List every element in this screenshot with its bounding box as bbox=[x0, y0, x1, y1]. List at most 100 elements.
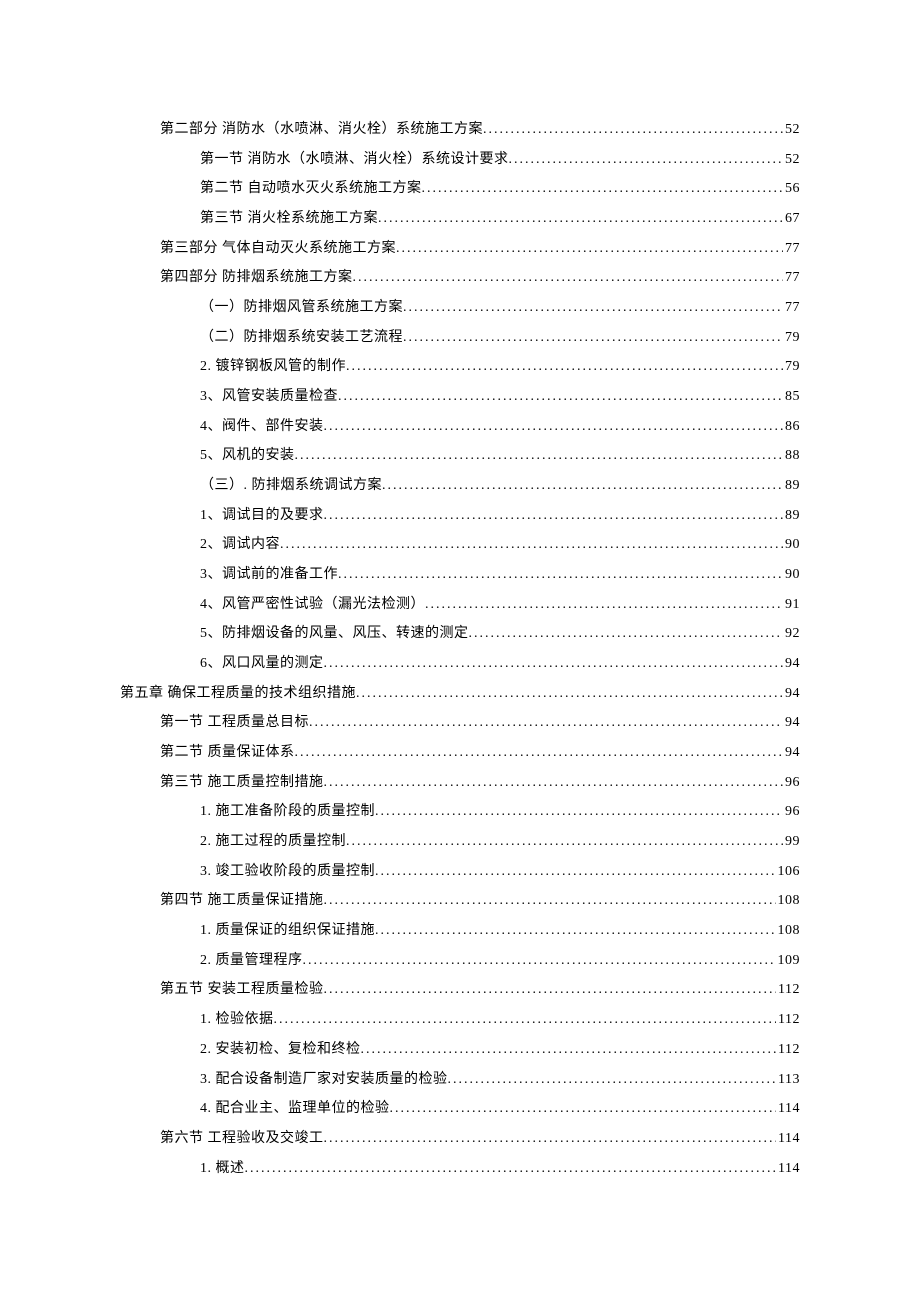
toc-leader-dots bbox=[403, 293, 783, 323]
toc-entry[interactable]: 6、风口风量的测定 94 bbox=[120, 649, 800, 679]
toc-entry[interactable]: 2. 安装初检、复检和终检 112 bbox=[120, 1035, 800, 1065]
toc-entry[interactable]: 3、调试前的准备工作 90 bbox=[120, 560, 800, 590]
toc-entry[interactable]: 3. 竣工验收阶段的质量控制 106 bbox=[120, 857, 800, 887]
toc-entry-title: 4. 配合业主、监理单位的检验 bbox=[200, 1094, 390, 1124]
toc-entry[interactable]: （三）. 防排烟系统调试方案 89 bbox=[120, 471, 800, 501]
toc-entry[interactable]: 5、风机的安装 88 bbox=[120, 441, 800, 471]
toc-entry-title: 第五节 安装工程质量检验 bbox=[160, 975, 324, 1005]
toc-leader-dots bbox=[295, 738, 784, 768]
toc-entry-page: 56 bbox=[783, 174, 800, 204]
toc-leader-dots bbox=[309, 708, 783, 738]
toc-entry[interactable]: 5、防排烟设备的风量、风压、转速的测定92 bbox=[120, 619, 800, 649]
toc-entry-page: 94 bbox=[783, 708, 800, 738]
toc-entry-title: 第三节 消火栓系统施工方案 bbox=[200, 204, 378, 234]
toc-entry-page: 52 bbox=[783, 115, 800, 145]
toc-entry-page: 108 bbox=[776, 916, 801, 946]
toc-entry-title: 第三节 施工质量控制措施 bbox=[160, 768, 324, 798]
toc-entry-page: 77 bbox=[783, 293, 800, 323]
toc-leader-dots bbox=[375, 857, 776, 887]
toc-leader-dots bbox=[324, 501, 784, 531]
toc-leader-dots bbox=[422, 174, 784, 204]
toc-entry[interactable]: 1、调试目的及要求 89 bbox=[120, 501, 800, 531]
toc-entry[interactable]: 2、调试内容 90 bbox=[120, 530, 800, 560]
toc-entry-title: 第一节 消防水（水喷淋、消火栓）系统设计要求 bbox=[200, 145, 509, 175]
toc-entry[interactable]: 1. 质量保证的组织保证措施 108 bbox=[120, 916, 800, 946]
toc-entry-page: 89 bbox=[783, 471, 800, 501]
toc-entry[interactable]: 第五章 确保工程质量的技术组织措施 94 bbox=[120, 679, 800, 709]
toc-leader-dots bbox=[483, 115, 783, 145]
toc-entry[interactable]: 第四节 施工质量保证措施 108 bbox=[120, 886, 800, 916]
toc-entry[interactable]: 第一节 消防水（水喷淋、消火栓）系统设计要求 52 bbox=[120, 145, 800, 175]
toc-entry[interactable]: 1. 概述 114 bbox=[120, 1154, 800, 1184]
table-of-contents: 第二部分 消防水（水喷淋、消火栓）系统施工方案52第一节 消防水（水喷淋、消火栓… bbox=[120, 115, 800, 1183]
toc-entry[interactable]: 第二节 自动喷水灭火系统施工方案 56 bbox=[120, 174, 800, 204]
toc-entry-title: 第二节 质量保证体系 bbox=[160, 738, 295, 768]
toc-entry-page: 96 bbox=[783, 768, 800, 798]
toc-entry[interactable]: 第三节 消火栓系统施工方案 67 bbox=[120, 204, 800, 234]
toc-entry-title: （一）防排烟风管系统施工方案 bbox=[200, 293, 403, 323]
toc-entry-page: 108 bbox=[776, 886, 801, 916]
toc-leader-dots bbox=[361, 1035, 777, 1065]
toc-leader-dots bbox=[353, 263, 784, 293]
toc-entry-title: 1. 检验依据 bbox=[200, 1005, 274, 1035]
toc-entry-title: 2. 镀锌钢板风管的制作 bbox=[200, 352, 346, 382]
toc-entry-title: 第四节 施工质量保证措施 bbox=[160, 886, 324, 916]
toc-entry[interactable]: 第三节 施工质量控制措施 96 bbox=[120, 768, 800, 798]
toc-leader-dots bbox=[382, 471, 783, 501]
toc-entry[interactable]: 第六节 工程验收及交竣工 114 bbox=[120, 1124, 800, 1154]
toc-entry[interactable]: 1. 施工准备阶段的质量控制 96 bbox=[120, 797, 800, 827]
toc-entry[interactable]: 4、阀件、部件安装 86 bbox=[120, 412, 800, 442]
toc-entry[interactable]: 3. 配合设备制造厂家对安装质量的检验113 bbox=[120, 1065, 800, 1095]
toc-entry-title: 第二部分 消防水（水喷淋、消火栓）系统施工方案 bbox=[160, 115, 483, 145]
toc-entry-page: 106 bbox=[776, 857, 801, 887]
toc-entry-title: 第四部分 防排烟系统施工方案 bbox=[160, 263, 353, 293]
toc-entry-page: 67 bbox=[783, 204, 800, 234]
toc-leader-dots bbox=[295, 441, 784, 471]
toc-entry-title: 3. 配合设备制造厂家对安装质量的检验 bbox=[200, 1065, 448, 1095]
toc-entry-page: 92 bbox=[783, 619, 800, 649]
toc-entry-page: 94 bbox=[783, 738, 800, 768]
toc-entry[interactable]: 第二部分 消防水（水喷淋、消火栓）系统施工方案 52 bbox=[120, 115, 800, 145]
toc-entry[interactable]: 2. 施工过程的质量控制 99 bbox=[120, 827, 800, 857]
toc-entry[interactable]: 3、风管安装质量检查 85 bbox=[120, 382, 800, 412]
toc-entry-title: 第六节 工程验收及交竣工 bbox=[160, 1124, 324, 1154]
toc-entry[interactable]: 第一节 工程质量总目标 94 bbox=[120, 708, 800, 738]
toc-leader-dots bbox=[324, 768, 784, 798]
toc-entry[interactable]: （二）防排烟系统安装工艺流程79 bbox=[120, 323, 800, 353]
toc-entry-page: 114 bbox=[776, 1154, 800, 1184]
toc-entry[interactable]: 4、风管严密性试验（漏光法检测）91 bbox=[120, 590, 800, 620]
toc-leader-dots bbox=[378, 204, 783, 234]
toc-entry-title: 6、风口风量的测定 bbox=[200, 649, 324, 679]
toc-entry-page: 112 bbox=[776, 1035, 800, 1065]
toc-leader-dots bbox=[245, 1154, 777, 1184]
toc-leader-dots bbox=[356, 679, 783, 709]
toc-entry-page: 77 bbox=[783, 234, 800, 264]
toc-entry[interactable]: 第二节 质量保证体系 94 bbox=[120, 738, 800, 768]
toc-leader-dots bbox=[338, 382, 783, 412]
toc-entry-title: 第二节 自动喷水灭火系统施工方案 bbox=[200, 174, 422, 204]
toc-leader-dots bbox=[324, 649, 784, 679]
toc-leader-dots bbox=[324, 975, 777, 1005]
toc-leader-dots bbox=[346, 827, 783, 857]
toc-entry-page: 112 bbox=[776, 1005, 800, 1035]
toc-entry-title: 第一节 工程质量总目标 bbox=[160, 708, 309, 738]
toc-entry-title: 1. 概述 bbox=[200, 1154, 245, 1184]
toc-entry[interactable]: 2. 镀锌钢板风管的制作 79 bbox=[120, 352, 800, 382]
toc-entry-page: 52 bbox=[783, 145, 800, 175]
toc-entry[interactable]: 第三部分 气体自动灭火系统施工方案77 bbox=[120, 234, 800, 264]
toc-entry[interactable]: 第五节 安装工程质量检验 112 bbox=[120, 975, 800, 1005]
toc-entry-page: 77 bbox=[783, 263, 800, 293]
toc-entry-title: 3、调试前的准备工作 bbox=[200, 560, 338, 590]
toc-leader-dots bbox=[375, 916, 776, 946]
toc-entry[interactable]: 第四部分 防排烟系统施工方案 77 bbox=[120, 263, 800, 293]
toc-entry-page: 94 bbox=[783, 649, 800, 679]
toc-entry[interactable]: 2. 质量管理程序 109 bbox=[120, 946, 800, 976]
toc-entry-title: 4、风管严密性试验（漏光法检测） bbox=[200, 590, 425, 620]
toc-leader-dots bbox=[338, 560, 783, 590]
toc-entry-title: 第五章 确保工程质量的技术组织措施 bbox=[120, 679, 356, 709]
toc-entry[interactable]: 4. 配合业主、监理单位的检验 114 bbox=[120, 1094, 800, 1124]
toc-entry-page: 90 bbox=[783, 560, 800, 590]
toc-entry[interactable]: （一）防排烟风管系统施工方案 77 bbox=[120, 293, 800, 323]
toc-entry-page: 89 bbox=[783, 501, 800, 531]
toc-entry[interactable]: 1. 检验依据 112 bbox=[120, 1005, 800, 1035]
